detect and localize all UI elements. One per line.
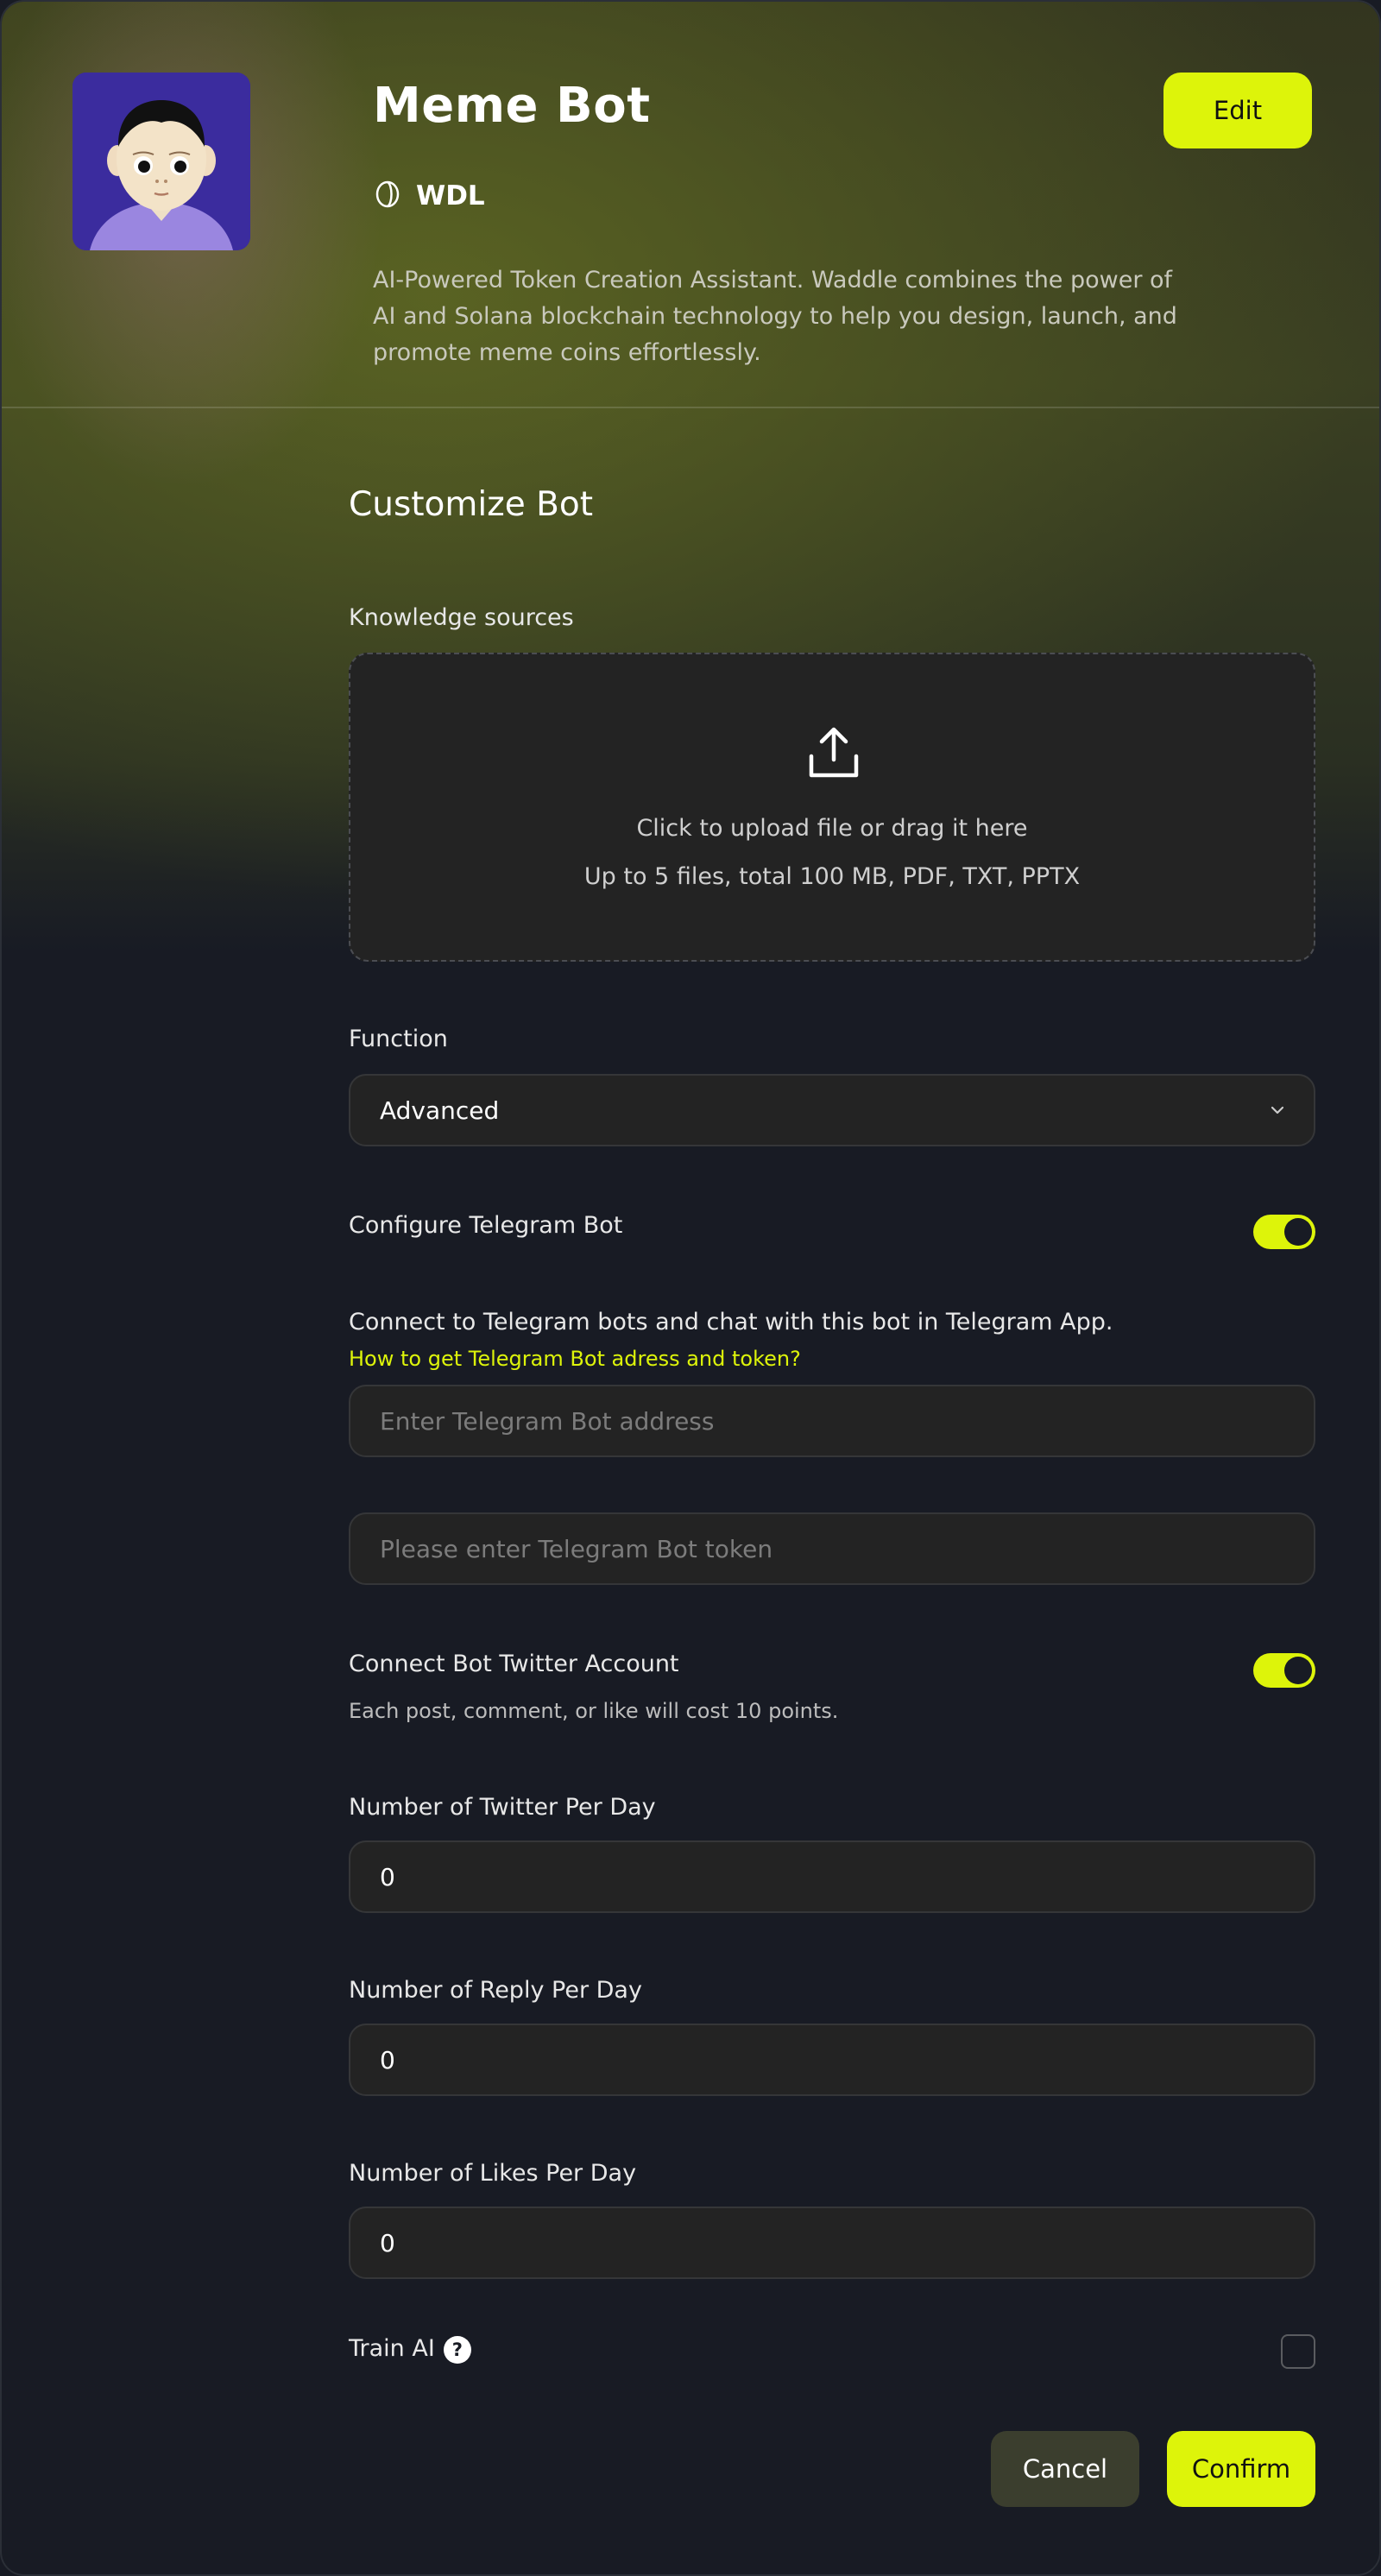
upload-primary-text: Click to upload file or drag it here	[636, 815, 1028, 842]
bot-avatar	[73, 73, 250, 250]
token-ticker: WDL	[416, 180, 485, 212]
section-title: Customize Bot	[349, 485, 594, 524]
tweets-per-day-input[interactable]: 0	[349, 1840, 1315, 1913]
telegram-toggle-label: Configure Telegram Bot	[349, 1212, 623, 1239]
train-ai-row: Train AI?	[349, 2335, 471, 2364]
avatar-illustration	[73, 73, 250, 250]
replies-per-day-label: Number of Reply Per Day	[349, 1977, 642, 2004]
bot-name: Meme Bot	[373, 78, 651, 134]
edit-button[interactable]: Edit	[1163, 73, 1312, 148]
telegram-help-link[interactable]: How to get Telegram Bot adress and token…	[349, 1347, 801, 1371]
bot-settings-page: Meme Bot Edit WDL AI-Powered Token Creat…	[0, 0, 1381, 2576]
knowledge-sources-label: Knowledge sources	[349, 604, 574, 631]
likes-per-day-input[interactable]: 0	[349, 2207, 1315, 2279]
twitter-toggle-label: Connect Bot Twitter Account	[349, 1651, 679, 1677]
coin-icon	[375, 180, 400, 212]
function-label: Function	[349, 1026, 448, 1052]
likes-per-day-label: Number of Likes Per Day	[349, 2160, 637, 2187]
bot-description: AI-Powered Token Creation Assistant. Wad…	[373, 267, 1177, 366]
train-ai-checkbox[interactable]	[1281, 2334, 1315, 2369]
train-ai-label: Train AI	[349, 2335, 435, 2362]
twitter-toggle[interactable]	[1253, 1653, 1315, 1688]
replies-per-day-input[interactable]: 0	[349, 2024, 1315, 2096]
confirm-button[interactable]: Confirm	[1167, 2431, 1315, 2507]
header-divider	[2, 407, 1379, 408]
upload-icon	[806, 725, 861, 784]
cancel-button[interactable]: Cancel	[991, 2431, 1139, 2507]
chevron-down-icon	[1265, 1098, 1290, 1128]
tweets-per-day-label: Number of Twitter Per Day	[349, 1794, 656, 1821]
telegram-token-input[interactable]: Please enter Telegram Bot token	[349, 1512, 1315, 1585]
toggle-knob	[1284, 1657, 1312, 1684]
function-selected-value: Advanced	[380, 1095, 500, 1125]
upload-secondary-text: Up to 5 files, total 100 MB, PDF, TXT, P…	[583, 863, 1081, 890]
help-icon[interactable]: ?	[443, 2335, 471, 2364]
file-upload-dropzone[interactable]: Click to upload file or drag it here Up …	[349, 653, 1315, 962]
telegram-toggle[interactable]	[1253, 1215, 1315, 1249]
toggle-knob	[1284, 1218, 1312, 1246]
function-select[interactable]: Advanced	[349, 1074, 1315, 1146]
twitter-cost-note: Each post, comment, or like will cost 10…	[349, 1699, 839, 1723]
telegram-address-input[interactable]: Enter Telegram Bot address	[349, 1385, 1315, 1457]
token-ticker-row: WDL	[375, 180, 485, 212]
telegram-description: Connect to Telegram bots and chat with t…	[349, 1309, 1113, 1335]
